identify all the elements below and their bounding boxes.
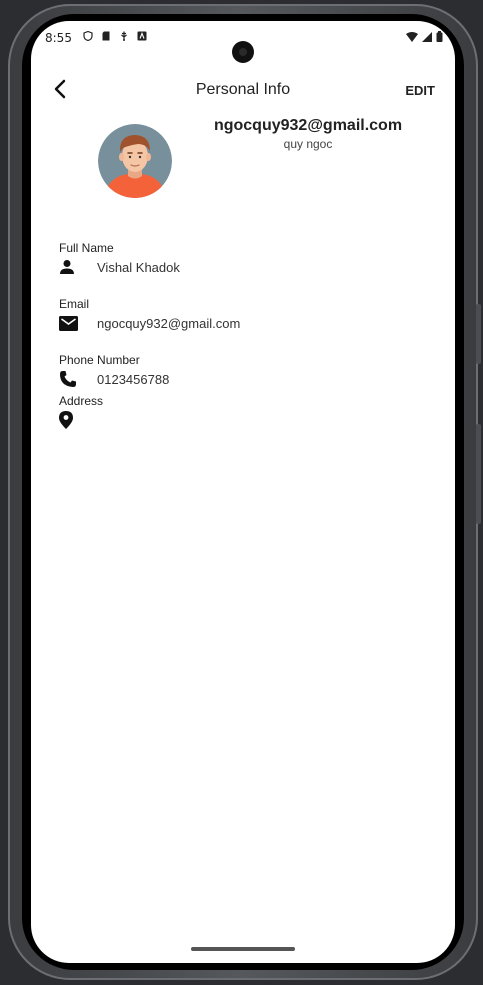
- shield-icon: [83, 31, 93, 41]
- phone-frame: 8:55 Personal Info EDIT ngocquy932@gmail…: [8, 4, 481, 980]
- phone-number-value: 0123456788: [97, 371, 170, 387]
- sd-card-icon: [102, 31, 110, 41]
- status-bar: 8:55: [31, 21, 455, 63]
- profile-name: quy ngoc: [283, 137, 333, 151]
- app-bar: Personal Info EDIT: [31, 73, 455, 109]
- mail-icon: [59, 313, 81, 333]
- page-title: Personal Info: [195, 81, 291, 98]
- full-name-value: Vishal Khadok: [97, 259, 180, 275]
- full-name-label: Full Name: [59, 241, 114, 255]
- email-value: ngocquy932@gmail.com: [97, 315, 241, 331]
- status-notification-icons: [83, 31, 147, 41]
- side-button: [476, 424, 481, 524]
- phone-icon: [59, 369, 81, 389]
- phone-number-field: Phone Number 0123456788: [59, 353, 435, 389]
- side-button: [476, 304, 481, 364]
- app-a-icon: [137, 31, 147, 41]
- phone-number-label: Phone Number: [59, 353, 140, 367]
- phone-screen: 8:55 Personal Info EDIT ngocquy932@gmail…: [31, 21, 455, 963]
- location-pin-icon: [59, 410, 81, 430]
- edit-button[interactable]: EDIT: [405, 83, 435, 98]
- address-label: Address: [59, 394, 104, 408]
- status-system-icons: [406, 31, 443, 42]
- profile-email: ngocquy932@gmail.com: [213, 117, 403, 134]
- avatar-illustration: [98, 124, 172, 198]
- email-label: Email: [59, 297, 90, 311]
- avatar: [98, 124, 172, 198]
- status-time: 8:55: [45, 31, 72, 45]
- usb-icon: [121, 31, 127, 41]
- person-icon: [59, 257, 81, 277]
- signal-icon: [422, 31, 432, 42]
- home-indicator[interactable]: [191, 947, 295, 951]
- address-field: Address: [59, 394, 435, 430]
- email-field: Email ngocquy932@gmail.com: [59, 297, 435, 333]
- front-camera: [232, 41, 254, 63]
- battery-icon: [436, 31, 443, 42]
- full-name-field: Full Name Vishal Khadok: [59, 241, 435, 277]
- wifi-icon: [406, 31, 418, 42]
